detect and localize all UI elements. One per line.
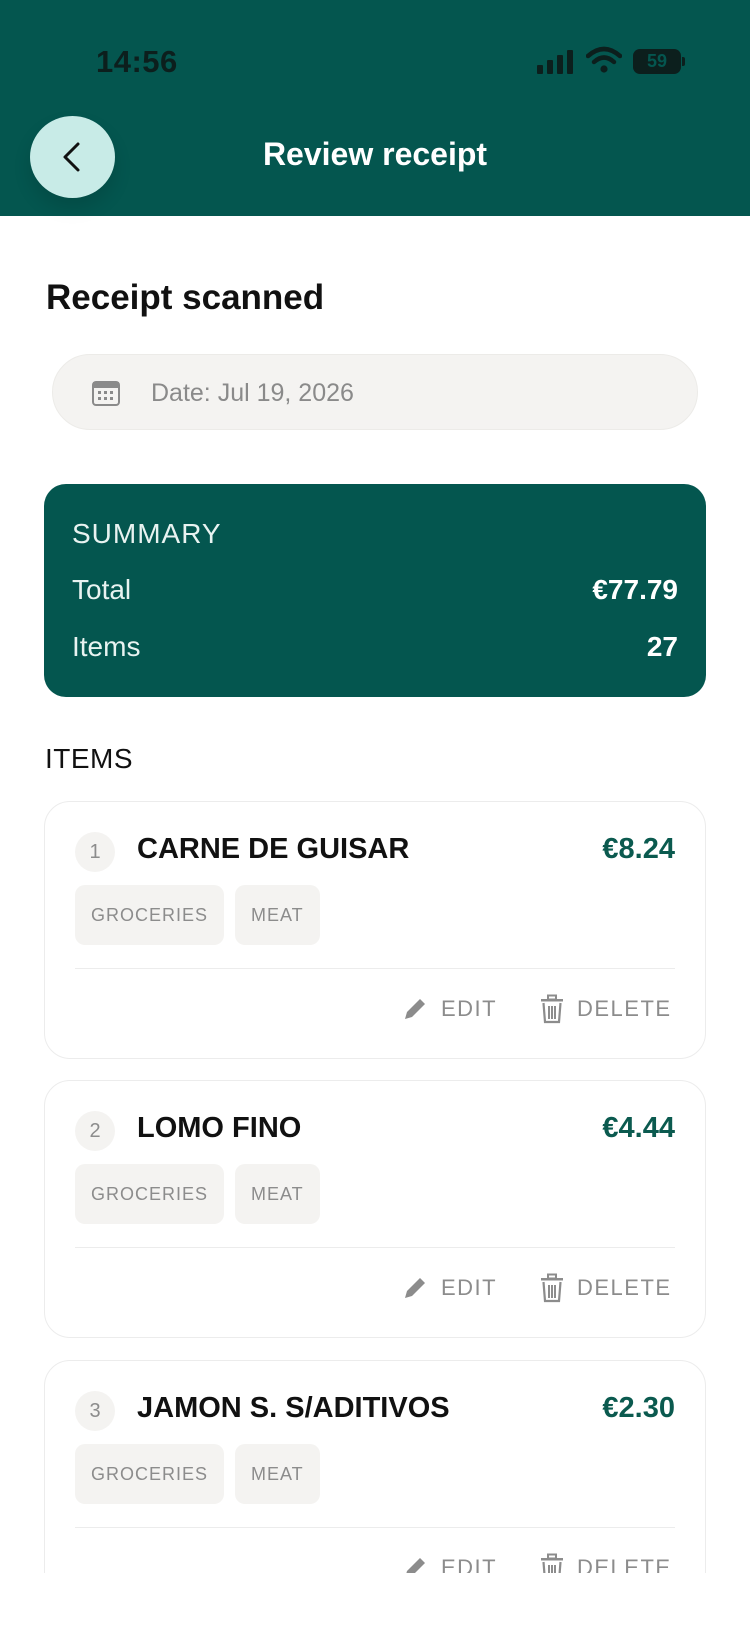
- item-subcategory-tag: MEAT: [235, 1164, 320, 1224]
- delete-button[interactable]: DELETE: [539, 992, 672, 1026]
- delete-button[interactable]: DELETE: [539, 1271, 672, 1305]
- trash-icon: [541, 1273, 563, 1303]
- item-subcategory-tag: MEAT: [235, 1444, 320, 1504]
- delete-label: DELETE: [577, 1275, 672, 1300]
- item-price: €4.44: [602, 1112, 675, 1144]
- item-category-tag: GROCERIES: [75, 885, 225, 945]
- edit-button[interactable]: EDIT: [401, 1271, 497, 1305]
- items-list: 1 CARNE DE GUISAR €8.24 GROCERIES MEAT E…: [0, 0, 750, 1573]
- divider: [75, 1527, 675, 1528]
- edit-button[interactable]: EDIT: [401, 1551, 497, 1573]
- item-index: 1: [75, 832, 115, 872]
- edit-label: EDIT: [441, 1275, 498, 1300]
- pencil-icon: [406, 1558, 425, 1573]
- item-category-tag: GROCERIES: [75, 1444, 225, 1504]
- item-price: €2.30: [602, 1392, 675, 1424]
- edit-label: EDIT: [441, 1555, 498, 1573]
- delete-button[interactable]: DELETE: [539, 1551, 672, 1573]
- item-card[interactable]: 1 CARNE DE GUISAR €8.24 GROCERIES MEAT E…: [44, 801, 706, 1059]
- item-name: JAMON S. S/ADITIVOS: [137, 1392, 450, 1424]
- edit-label: EDIT: [441, 996, 498, 1021]
- item-price: €8.24: [602, 833, 675, 865]
- item-card[interactable]: 2 LOMO FINO €4.44 GROCERIES MEAT EDIT DE…: [44, 1080, 706, 1338]
- item-category-tag: GROCERIES: [75, 1164, 225, 1224]
- item-name: LOMO FINO: [137, 1112, 302, 1144]
- delete-label: DELETE: [577, 996, 672, 1021]
- pencil-icon: [405, 1278, 425, 1298]
- delete-label: DELETE: [577, 1555, 672, 1573]
- item-index: 3: [75, 1391, 115, 1431]
- item-index: 2: [75, 1111, 115, 1151]
- item-name: CARNE DE GUISAR: [137, 833, 410, 865]
- pencil-icon: [405, 999, 425, 1019]
- divider: [75, 1247, 675, 1248]
- edit-button[interactable]: EDIT: [401, 992, 497, 1026]
- item-subcategory-tag: MEAT: [235, 885, 320, 945]
- divider: [75, 968, 675, 969]
- trash-icon: [541, 1553, 563, 1573]
- trash-icon: [541, 994, 563, 1024]
- item-card[interactable]: 3 JAMON S. S/ADITIVOS €2.30 GROCERIES ME…: [44, 1360, 706, 1573]
